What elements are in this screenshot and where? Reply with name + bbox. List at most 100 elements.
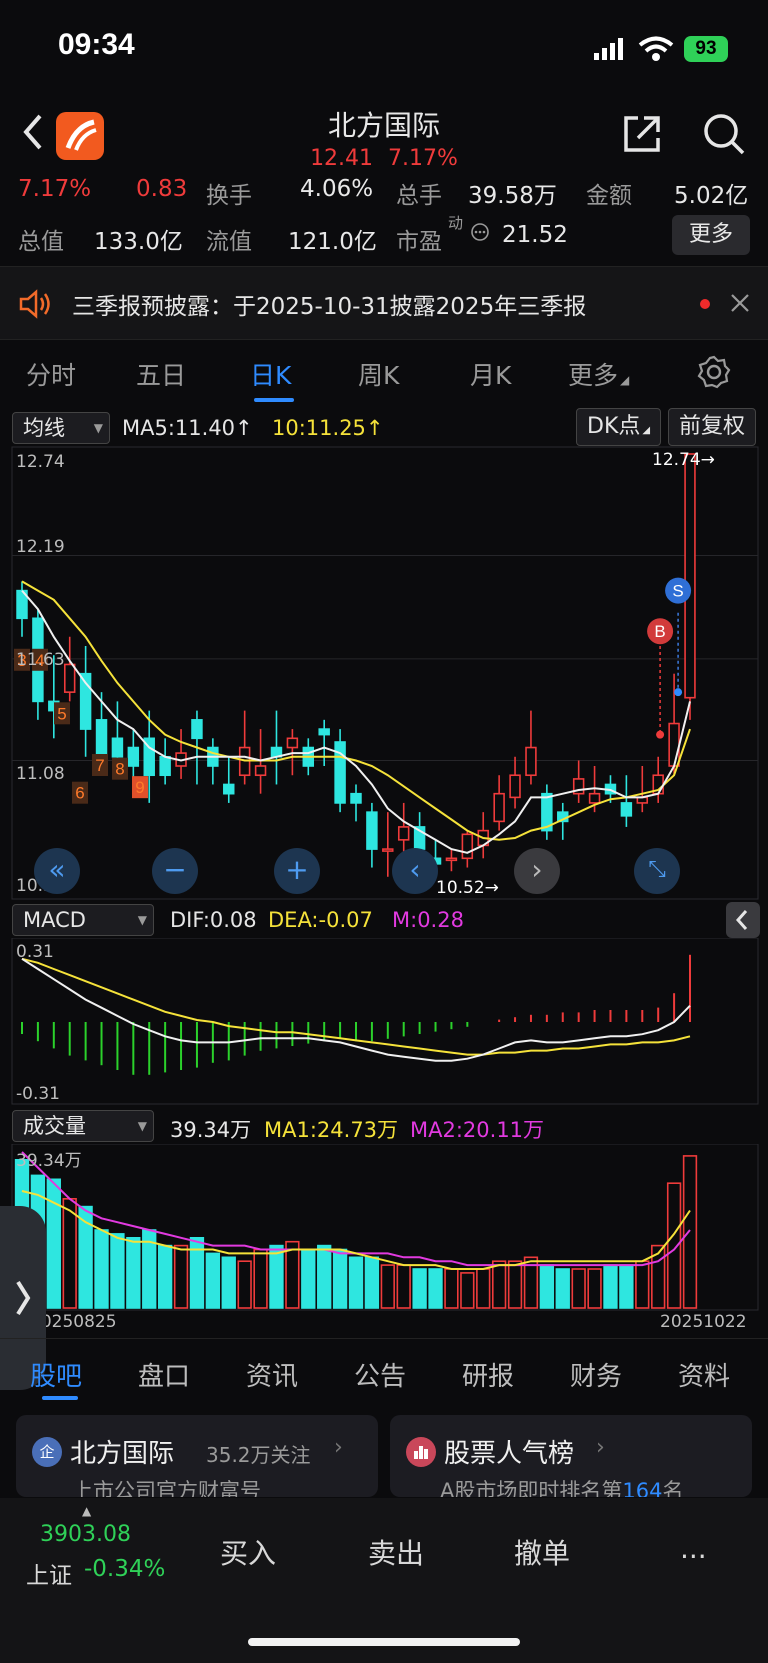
buy-button[interactable]: 买入 <box>220 1532 276 1572</box>
tab-finance[interactable]: 财务 <box>570 1356 622 1393</box>
next-icon[interactable]: › <box>514 848 560 894</box>
caret-up-icon: ▲ <box>82 1504 92 1518</box>
candle <box>350 792 362 804</box>
candle <box>191 719 203 740</box>
volume-chart[interactable] <box>0 1144 768 1314</box>
volume-bar <box>332 1248 348 1309</box>
adjust-button[interactable]: 前复权 <box>668 408 757 446</box>
index-pct[interactable]: -0.34% <box>84 1556 165 1582</box>
index-value[interactable]: 3903.08 <box>40 1522 131 1547</box>
popularity-desc-pre: A股市场即时排名第 <box>440 1479 623 1497</box>
search-icon[interactable] <box>702 112 746 156</box>
volume-bar <box>157 1244 173 1309</box>
macd-chart[interactable] <box>0 938 768 1106</box>
zoom-out-icon[interactable]: − <box>152 848 198 894</box>
unread-dot-icon <box>700 299 710 309</box>
notice-banner[interactable]: 三季报预披露：于2025-10-31披露2025年三季报 <box>0 266 768 340</box>
volume-bar <box>301 1248 316 1309</box>
td-count: 5 <box>57 704 66 723</box>
volume-selector-label: 成交量 <box>23 1114 86 1138</box>
tab-five-day[interactable]: 五日 <box>136 356 186 392</box>
speaker-icon <box>18 289 52 319</box>
candle <box>397 826 410 841</box>
volume-bar <box>635 1260 650 1309</box>
td-count: 6 <box>75 784 84 803</box>
volume-bar <box>253 1248 268 1309</box>
candle <box>588 792 601 804</box>
macd-selector[interactable]: MACD ▼ <box>12 904 154 936</box>
candle <box>445 857 458 862</box>
more-menu-button[interactable]: ... <box>680 1532 707 1565</box>
company-card-desc: 上市公司官方财富号 <box>72 1479 261 1497</box>
stock-price: 12.41 <box>310 146 374 171</box>
cancel-order-button[interactable]: 撤单 <box>514 1532 570 1572</box>
tab-forum[interactable]: 股吧 <box>30 1356 82 1393</box>
quote-pct: 7.17% <box>18 176 92 202</box>
battery-icon: 93 <box>684 36 728 62</box>
quote-row-1: 7.17% 0.83 换手 4.06% 总手 39.58万 金额 5.02亿 <box>0 176 768 206</box>
zoom-in-icon[interactable]: + <box>274 848 320 894</box>
turnover-value: 4.06% <box>300 176 374 202</box>
float-value: 121.0亿 <box>288 229 377 255</box>
collapse-icon[interactable] <box>726 902 760 938</box>
candlestick-chart[interactable]: BS3 4567 89 <box>0 446 768 904</box>
home-indicator <box>248 1638 520 1646</box>
info-icon[interactable] <box>470 222 490 242</box>
share-icon[interactable] <box>620 112 664 156</box>
price-axis-1: 12.19 <box>16 537 65 557</box>
tab-more[interactable]: 更多 ◢ <box>568 356 629 392</box>
price-axis-0: 12.74 <box>16 452 65 472</box>
volume-bar <box>173 1244 189 1309</box>
popularity-card[interactable]: 股票人气榜 › A股市场即时排名第164名 <box>390 1415 752 1497</box>
volume-bar <box>237 1260 252 1309</box>
volume-bar <box>221 1256 236 1309</box>
candle <box>318 728 330 736</box>
prev-icon[interactable]: ‹ <box>392 848 438 894</box>
high-mark: 12.74→ <box>652 450 715 470</box>
volume-bar <box>412 1268 427 1309</box>
sell-button[interactable]: 卖出 <box>368 1532 424 1572</box>
macd-dif: DIF:0.08 <box>170 908 257 932</box>
tab-announcements[interactable]: 公告 <box>354 1356 406 1393</box>
mktcap-value: 133.0亿 <box>94 229 183 255</box>
fullscreen-icon[interactable]: ⤡ <box>634 848 680 894</box>
dropdown-icon: ▼ <box>137 1119 147 1133</box>
buy-marker-label: B <box>654 622 665 641</box>
volume-label: 总手 <box>396 183 442 206</box>
volume-bar <box>507 1260 523 1309</box>
tab-order-book[interactable]: 盘口 <box>138 1356 190 1393</box>
candle <box>525 746 537 777</box>
rewind-icon[interactable]: « <box>34 848 80 894</box>
tab-profile[interactable]: 资料 <box>678 1356 730 1393</box>
tab-monthly-k[interactable]: 月K <box>470 356 511 392</box>
volume-selector[interactable]: 成交量 ▼ <box>12 1110 154 1142</box>
dk-button[interactable]: DK点 ◢ <box>576 408 662 446</box>
macd-selector-label: MACD <box>23 908 86 932</box>
candle <box>366 811 378 850</box>
popularity-card-title: 股票人气榜 <box>444 1439 575 1469</box>
divider <box>0 1338 768 1339</box>
tab-weekly-k[interactable]: 周K <box>358 356 399 392</box>
ma-selector[interactable]: 均线 ▼ <box>12 412 110 444</box>
volume-bar <box>603 1264 618 1309</box>
index-name[interactable]: 上证 <box>26 1556 72 1590</box>
pe-sup: 动 <box>448 214 464 232</box>
sell-marker-dot <box>674 688 683 697</box>
candle <box>223 783 235 795</box>
turnover-label: 换手 <box>206 183 252 206</box>
volume-bar <box>110 1233 125 1309</box>
tab-daily-k[interactable]: 日K <box>250 356 291 392</box>
tab-underline <box>254 398 294 402</box>
ma-selector-label: 均线 <box>23 416 65 440</box>
close-icon[interactable] <box>728 291 752 315</box>
volume-bar <box>539 1264 555 1309</box>
volume-axis: 39.34万 <box>16 1151 82 1171</box>
tab-news[interactable]: 资讯 <box>246 1356 298 1393</box>
dropdown-icon: ▼ <box>137 913 147 927</box>
more-quote-button[interactable]: 更多 <box>672 215 750 255</box>
company-card[interactable]: 企 北方国际 35.2万关注 › 上市公司官方财富号 <box>16 1415 378 1497</box>
tab-research[interactable]: 研报 <box>462 1356 514 1393</box>
macd-axis-top: 0.31 <box>16 942 54 962</box>
settings-icon[interactable] <box>696 354 732 390</box>
tab-intraday[interactable]: 分时 <box>26 356 76 392</box>
